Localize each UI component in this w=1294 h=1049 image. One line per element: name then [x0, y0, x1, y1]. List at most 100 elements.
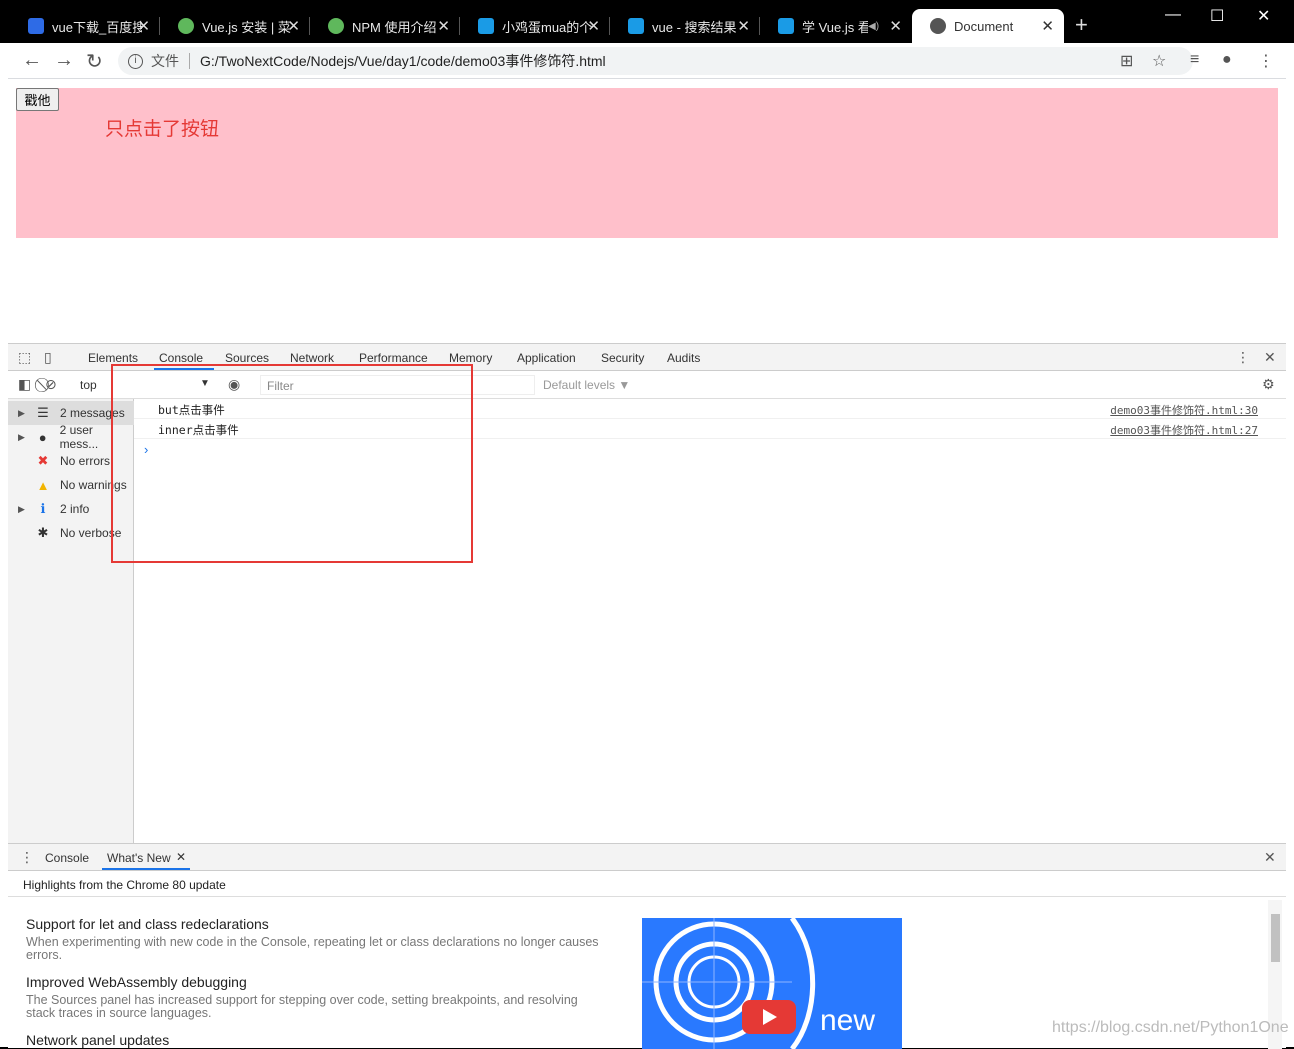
close-tab-icon[interactable]: ✕ [176, 850, 186, 864]
bilibili-icon [478, 18, 494, 34]
tab-title: 小鸡蛋mua的个 [502, 19, 592, 35]
user-icon: ● [38, 429, 47, 445]
promo-new-text: new [820, 1004, 876, 1037]
omnibox[interactable]: i 文件 G:/TwoNextCode/Nodejs/Vue/day1/code… [118, 47, 1193, 75]
source-link[interactable]: demo03事件修饰符.html:30 [1110, 402, 1258, 418]
media-icon[interactable]: ≡ [1190, 51, 1199, 69]
address-toolbar: ← → ↻ i 文件 G:/TwoNextCode/Nodejs/Vue/day… [8, 43, 1286, 79]
tab-title: vue - 搜索结果 [652, 19, 737, 35]
new-tab-button[interactable]: + [1075, 12, 1088, 38]
drawer-tab-whats-new[interactable]: What's New [107, 851, 171, 865]
close-icon[interactable]: ✕ [137, 17, 150, 35]
tab-baidu[interactable]: vue下载_百度搜 ✕ [10, 9, 160, 43]
speaker-icon[interactable]: ◀) [868, 21, 879, 32]
clear-console-icon[interactable]: ⃠⊘ [45, 376, 57, 393]
drawer-tab-console[interactable]: Console [45, 851, 89, 865]
more-icon[interactable]: ⋮ [1236, 349, 1250, 366]
info-icon: ℹ [40, 501, 46, 516]
tab-bilibili-video[interactable]: 学 Vue.js 看 ◀) ✕ [760, 9, 912, 43]
item-title: Improved WebAssembly debugging [26, 974, 247, 990]
item-description: When experimenting with new code in the … [26, 935, 599, 962]
baidu-paw-icon [28, 18, 44, 34]
gear-icon[interactable]: ⚙ [1262, 376, 1275, 393]
close-icon[interactable]: ✕ [437, 17, 450, 35]
back-icon[interactable]: ← [22, 49, 42, 72]
tab-application[interactable]: Application [517, 351, 576, 365]
source-link[interactable]: demo03事件修饰符.html:27 [1110, 422, 1258, 438]
tab-performance[interactable]: Performance [359, 351, 428, 365]
close-icon[interactable]: ✕ [587, 17, 600, 35]
warning-icon: ▲ [36, 477, 50, 493]
inner-box[interactable]: 戳他 只点击了按钮 [16, 88, 1278, 238]
tab-title: NPM 使用介绍 [352, 19, 437, 35]
item-title: Network panel updates [26, 1032, 170, 1048]
forward-icon[interactable]: → [54, 49, 74, 72]
bilibili-icon [628, 18, 644, 34]
sidebar-item-label: 2 info [60, 502, 90, 516]
menu-icon[interactable]: ⋮ [1258, 51, 1274, 71]
close-window-icon[interactable]: ✕ [1257, 6, 1270, 26]
tab-bilibili-user[interactable]: 小鸡蛋mua的个 ✕ [460, 9, 610, 43]
tab-document-active[interactable]: Document ✕ [912, 9, 1064, 43]
drawer-menu-icon[interactable]: ⋮ [20, 849, 34, 866]
levels-dropdown[interactable]: Default levels ▼ [543, 378, 630, 392]
scroll-thumb[interactable] [1271, 914, 1280, 962]
watermark: https://blog.csdn.net/Python1One [1052, 1019, 1289, 1036]
close-icon[interactable]: ✕ [737, 17, 750, 35]
expand-icon[interactable]: ▶ [18, 504, 32, 515]
maximize-icon[interactable]: ☐ [1210, 6, 1224, 26]
tab-security[interactable]: Security [601, 351, 644, 365]
info-icon[interactable]: i [128, 53, 143, 69]
expand-icon[interactable]: ▶ [18, 408, 32, 419]
context-select[interactable]: top [80, 378, 97, 392]
page-viewport: 戳他 只点击了按钮 [8, 79, 1286, 343]
whats-new-item[interactable]: Network panel updates [26, 1032, 606, 1049]
devtools-drawer: ⋮ Console What's New ✕ ✕ Highlights from… [8, 843, 1286, 1049]
profile-icon[interactable]: ● [1222, 51, 1232, 69]
minimize-icon[interactable]: — [1165, 6, 1181, 24]
tab-vue-install[interactable]: Vue.js 安装 | 菜 ✕ [160, 9, 310, 43]
globe-icon [930, 18, 946, 34]
list-icon: ☰ [37, 405, 49, 420]
tab-title: Vue.js 安装 | 菜 [202, 19, 291, 35]
tab-bilibili-search[interactable]: vue - 搜索结果 ✕ [610, 9, 760, 43]
bug-icon: ✱ [37, 525, 49, 540]
item-title: Support for let and class redeclarations [26, 916, 269, 932]
tab-memory[interactable]: Memory [449, 351, 492, 365]
drawer-tabs: ⋮ Console What's New ✕ ✕ [8, 844, 1286, 871]
tab-npm[interactable]: NPM 使用介绍 ✕ [310, 9, 460, 43]
whats-new-item[interactable]: Improved WebAssembly debugging The Sourc… [26, 974, 606, 1020]
click-message: 只点击了按钮 [105, 119, 220, 140]
tab-elements[interactable]: Elements [88, 351, 138, 365]
tab-title: 学 Vue.js 看 [802, 19, 868, 35]
item-description: The Sources panel has increased support … [26, 993, 578, 1020]
close-icon[interactable]: ✕ [1041, 17, 1054, 35]
translate-icon[interactable]: ⊞ [1120, 51, 1133, 71]
bilibili-icon [778, 18, 794, 34]
close-devtools-icon[interactable]: ✕ [1264, 349, 1276, 366]
sidebar-item-label: No errors [60, 454, 111, 468]
device-toolbar-icon[interactable]: ▯ [44, 349, 52, 366]
error-icon: ✖ [37, 453, 49, 468]
tab-sources[interactable]: Sources [225, 351, 269, 365]
tab-audits[interactable]: Audits [667, 351, 700, 365]
sidebar-toggle-icon[interactable]: ◧ [18, 376, 31, 393]
url-text[interactable]: G:/TwoNextCode/Nodejs/Vue/day1/code/demo… [200, 51, 606, 71]
close-drawer-icon[interactable]: ✕ [1264, 849, 1276, 866]
runoob-icon [178, 18, 194, 34]
play-icon[interactable] [742, 1000, 796, 1034]
reload-icon[interactable]: ↻ [86, 49, 103, 74]
close-icon[interactable]: ✕ [287, 17, 300, 35]
browser-window: vue下载_百度搜 ✕ Vue.js 安装 | 菜 ✕ NPM 使用介绍 ✕ 小… [0, 0, 1294, 1049]
close-icon[interactable]: ✕ [889, 17, 902, 35]
star-icon[interactable]: ☆ [1152, 51, 1166, 71]
tab-title: Document [954, 18, 1014, 34]
tab-network[interactable]: Network [290, 351, 334, 365]
poke-button[interactable]: 戳他 [16, 88, 59, 111]
inspect-icon[interactable]: ⬚ [18, 349, 31, 366]
tab-console[interactable]: Console [159, 351, 203, 365]
whats-new-subtitle: Highlights from the Chrome 80 update [8, 871, 1286, 897]
chrome-80-video-thumbnail[interactable]: new [642, 918, 902, 1049]
expand-icon[interactable]: ▶ [18, 432, 32, 443]
whats-new-item[interactable]: Support for let and class redeclarations… [26, 916, 606, 962]
